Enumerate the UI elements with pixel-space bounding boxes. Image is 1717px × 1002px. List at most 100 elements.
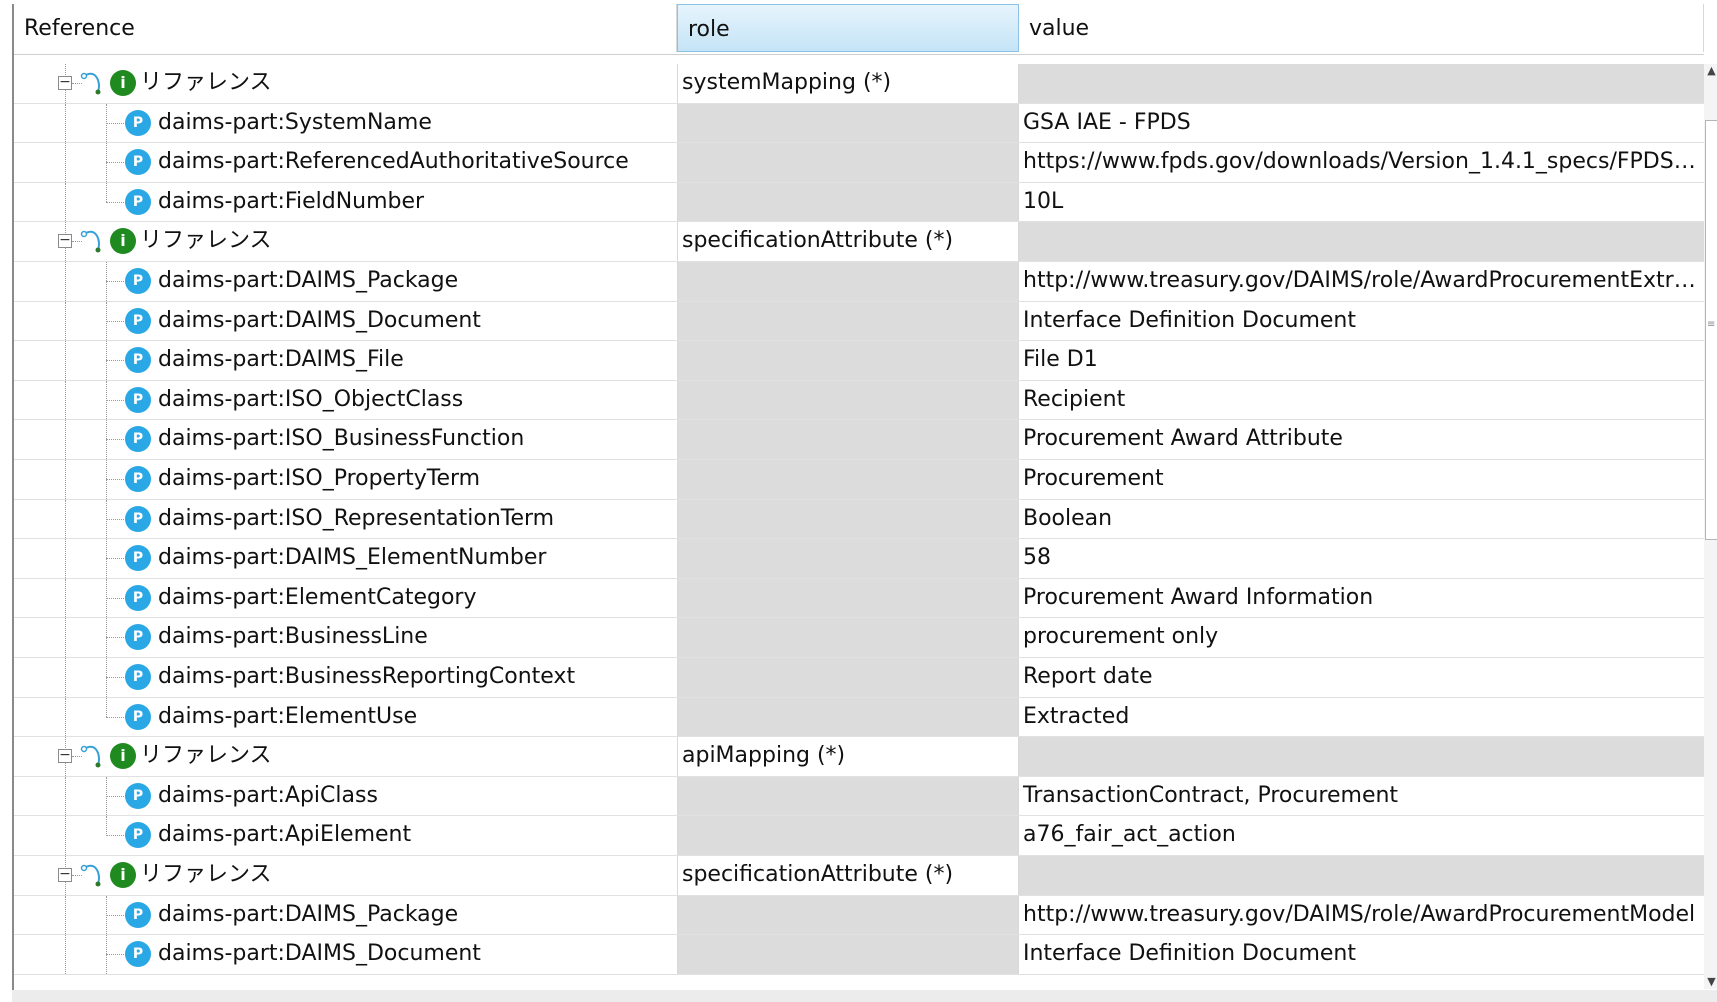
tree-connector [106, 716, 126, 718]
role-cell[interactable]: systemMapping (*) [677, 64, 1019, 103]
property-row[interactable]: Pdaims-part:ISO_RepresentationTerm Boolea… [14, 499, 1704, 540]
property-row[interactable]: Pdaims-part:ReferencedAuthoritativeSourc… [14, 143, 1704, 183]
property-icon: P [125, 426, 151, 453]
value-cell[interactable]: Procurement Award Information [1019, 579, 1704, 618]
role-cell[interactable] [677, 182, 1019, 222]
value-cell[interactable]: TransactionContract, Procurement [1019, 777, 1704, 816]
value-cell[interactable]: http://www.treasury.gov/DAIMS/role/Award… [1019, 262, 1704, 301]
value-cell[interactable]: 10L [1019, 183, 1704, 222]
role-cell[interactable] [677, 658, 1019, 697]
reference-cell: Pdaims-part:DAIMS_Document [14, 935, 677, 974]
role-cell[interactable]: specificationAttribute (*) [677, 222, 1019, 261]
property-icon: P [125, 466, 151, 492]
reference-cell: Pdaims-part:BusinessReportingContext [14, 658, 677, 697]
role-cell[interactable] [677, 341, 1019, 380]
role-cell[interactable] [677, 697, 1019, 737]
scrollbar-thumb[interactable]: ≡ [1705, 120, 1717, 540]
value-cell[interactable]: Boolean [1019, 500, 1704, 539]
reference-group-label: リファレンス [140, 743, 272, 769]
reference-cell: − i リファレンス [14, 737, 677, 776]
property-row[interactable]: Pdaims-part:FieldNumber 10L [14, 182, 1704, 223]
property-name: daims-part:ISO_RepresentationTerm [158, 505, 555, 531]
tree-line [65, 776, 66, 816]
role-cell[interactable] [677, 499, 1019, 539]
property-row[interactable]: Pdaims-part:DAIMS_Package http://www.trea… [14, 895, 1704, 936]
role-cell[interactable] [677, 618, 1019, 657]
scroll-down-icon[interactable]: ▼ [1705, 975, 1717, 989]
role-cell[interactable] [677, 895, 1019, 935]
property-row[interactable]: Pdaims-part:ElementUse Extracted [14, 697, 1704, 738]
property-row[interactable]: Pdaims-part:DAIMS_File File D1 [14, 341, 1704, 381]
property-row[interactable]: Pdaims-part:ApiClass TransactionContract,… [14, 776, 1704, 817]
value-cell[interactable] [1019, 856, 1704, 895]
property-row[interactable]: Pdaims-part:DAIMS_Document Interface Defi… [14, 301, 1704, 342]
tree-line [65, 935, 66, 974]
property-row[interactable]: Pdaims-part:ElementCategory Procurement A… [14, 578, 1704, 619]
relationship-link-icon [80, 864, 101, 887]
value-cell[interactable]: a76_fair_act_action [1019, 816, 1704, 855]
role-cell[interactable] [677, 301, 1019, 341]
role-cell[interactable] [677, 103, 1019, 143]
tree-line [65, 539, 66, 578]
property-row[interactable]: Pdaims-part:DAIMS_Document Interface Defi… [14, 935, 1704, 975]
value-cell[interactable]: Interface Definition Document [1019, 935, 1704, 974]
value-cell[interactable]: http://www.treasury.gov/DAIMS/role/Award… [1019, 896, 1704, 935]
column-header-value[interactable]: value [1019, 4, 1704, 52]
role-cell[interactable] [677, 578, 1019, 618]
collapse-minus-icon[interactable]: − [58, 75, 72, 90]
reference-cell: Pdaims-part:ApiClass [14, 776, 677, 816]
role-cell[interactable] [677, 262, 1019, 301]
property-row[interactable]: Pdaims-part:BusinessReportingContext Repo… [14, 658, 1704, 698]
value-cell[interactable]: Extracted [1019, 698, 1704, 737]
property-row[interactable]: Pdaims-part:ApiElement a76_fair_act_actio… [14, 816, 1704, 856]
role-cell[interactable] [677, 460, 1019, 499]
value-cell[interactable]: 58 [1019, 539, 1704, 578]
property-row[interactable]: Pdaims-part:SystemName GSA IAE - FPDS [14, 103, 1704, 144]
role-cell[interactable] [677, 776, 1019, 816]
collapse-minus-icon[interactable]: − [58, 233, 72, 249]
reference-group-row[interactable]: − i リファレンス specificationAttribute (*) [14, 222, 1704, 262]
property-icon: P [125, 941, 151, 968]
property-row[interactable]: Pdaims-part:ISO_ObjectClass Recipient [14, 380, 1704, 421]
column-header-reference[interactable]: Reference [14, 4, 677, 52]
property-name: daims-part:DAIMS_Package [158, 901, 459, 927]
tree-line [65, 816, 66, 855]
tree-line [65, 658, 66, 697]
role-cell[interactable] [677, 816, 1019, 855]
vertical-scrollbar[interactable]: ▲ ≡ ▼ [1704, 64, 1717, 989]
role-cell[interactable]: specificationAttribute (*) [677, 856, 1019, 895]
collapse-minus-icon[interactable]: − [58, 867, 72, 882]
value-cell[interactable]: Recipient [1019, 381, 1704, 420]
value-cell[interactable] [1019, 64, 1704, 103]
column-header-role[interactable]: role [677, 4, 1019, 52]
property-row[interactable]: Pdaims-part:ISO_PropertyTerm Procurement [14, 460, 1704, 500]
value-cell[interactable]: Report date [1019, 658, 1704, 697]
property-row[interactable]: Pdaims-part:DAIMS_Package http://www.trea… [14, 262, 1704, 302]
role-cell[interactable]: apiMapping (*) [677, 737, 1019, 776]
value-cell[interactable]: GSA IAE - FPDS [1019, 104, 1704, 143]
reference-group-row[interactable]: − i リファレンス systemMapping (*) [14, 64, 1704, 104]
property-row[interactable]: Pdaims-part:DAIMS_ElementNumber 58 [14, 539, 1704, 579]
value-cell[interactable]: procurement only [1019, 618, 1704, 657]
relationship-link-icon [80, 72, 101, 95]
role-cell[interactable] [677, 143, 1019, 182]
property-row[interactable]: Pdaims-part:ISO_BusinessFunction Procurem… [14, 420, 1704, 460]
value-cell[interactable]: File D1 [1019, 341, 1704, 380]
reference-cell: Pdaims-part:SystemName [14, 103, 677, 143]
collapse-minus-icon[interactable]: − [58, 748, 72, 764]
role-cell[interactable] [677, 420, 1019, 459]
role-cell[interactable] [677, 539, 1019, 578]
reference-group-row[interactable]: − i リファレンス apiMapping (*) [14, 737, 1704, 777]
role-cell[interactable] [677, 380, 1019, 420]
value-cell[interactable]: Procurement [1019, 460, 1704, 499]
value-cell[interactable]: Interface Definition Document [1019, 302, 1704, 341]
scroll-up-icon[interactable]: ▲ [1705, 64, 1717, 78]
reference-group-row[interactable]: − i リファレンス specificationAttribute (*) [14, 856, 1704, 896]
value-cell[interactable] [1019, 737, 1704, 776]
value-cell[interactable] [1019, 222, 1704, 261]
role-cell[interactable] [677, 935, 1019, 974]
value-cell[interactable]: Procurement Award Attribute [1019, 420, 1704, 459]
property-row[interactable]: Pdaims-part:BusinessLine procurement only [14, 618, 1704, 658]
value-cell[interactable]: https://www.fpds.gov/downloads/Version_1… [1019, 143, 1704, 182]
tree-line [65, 262, 66, 301]
